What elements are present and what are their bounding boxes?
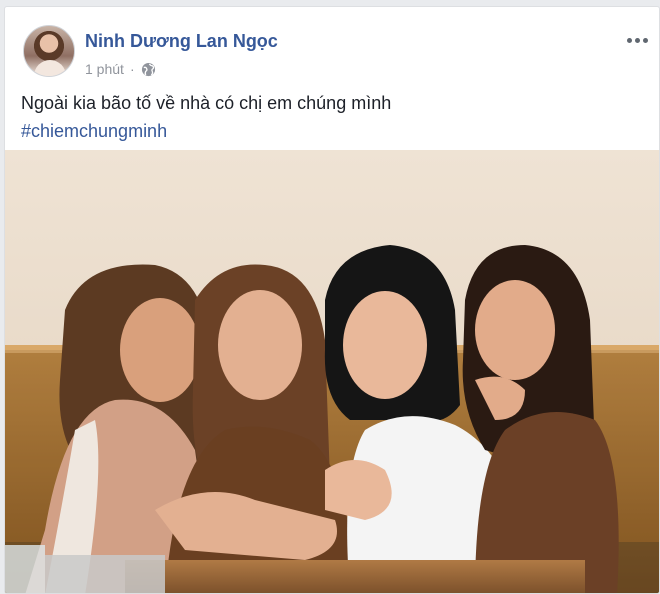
author-name[interactable]: Ninh Dương Lan Ngọc [85, 31, 278, 52]
post-meta: 1 phút · [85, 61, 156, 77]
more-dot [642, 37, 648, 43]
post-card: Ninh Dương Lan Ngọc 1 phút · Ngoài kia b… [4, 6, 660, 594]
post-body: Ngoài kia bão tố về nhà có chị em chúng … [21, 89, 641, 145]
menu-paper [45, 555, 165, 593]
more-dot [634, 37, 640, 43]
table [125, 560, 585, 593]
glass [5, 545, 45, 593]
author-avatar[interactable] [23, 25, 75, 77]
hashtag-link[interactable]: #chiemchungminh [21, 117, 167, 145]
globe-icon[interactable] [141, 62, 156, 77]
more-options-icon[interactable] [623, 33, 651, 47]
avatar-figure [34, 60, 66, 76]
post-message: Ngoài kia bão tố về nhà có chị em chúng … [21, 93, 392, 113]
post-timestamp[interactable]: 1 phút [85, 61, 124, 77]
post-header: Ninh Dương Lan Ngọc 1 phút · [17, 21, 648, 77]
more-dot [626, 37, 632, 43]
meta-separator: · [129, 61, 135, 77]
photo-illustration [5, 150, 659, 593]
post-photo[interactable] [5, 150, 659, 593]
